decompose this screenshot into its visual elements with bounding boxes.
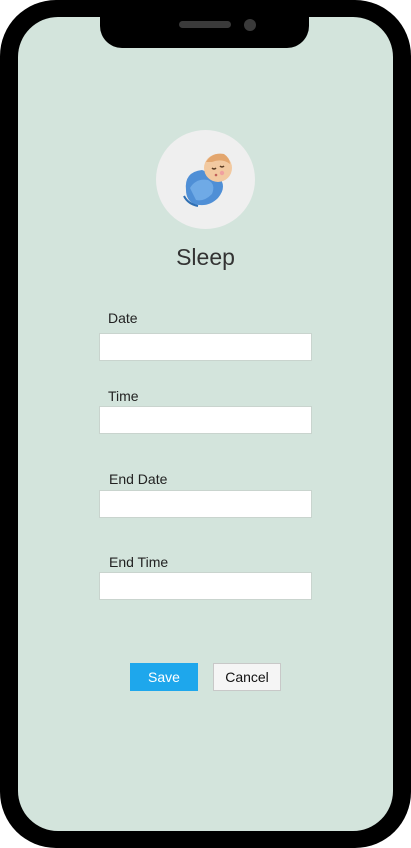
page-title: Sleep xyxy=(176,244,235,270)
cancel-button[interactable]: Cancel xyxy=(213,663,281,691)
speaker-grille xyxy=(179,21,231,28)
sleeping-baby-icon xyxy=(183,153,232,207)
end-time-input[interactable] xyxy=(99,572,312,600)
activity-avatar xyxy=(156,130,255,229)
time-input[interactable] xyxy=(99,406,312,434)
end-time-label: End Time xyxy=(109,554,169,570)
save-button[interactable]: Save xyxy=(130,663,198,691)
end-date-input[interactable] xyxy=(99,490,312,518)
end-date-label: End Date xyxy=(109,471,168,487)
date-label: Date xyxy=(108,310,138,326)
date-input[interactable] xyxy=(99,333,312,361)
front-camera xyxy=(244,19,256,31)
time-label: Time xyxy=(108,388,139,404)
